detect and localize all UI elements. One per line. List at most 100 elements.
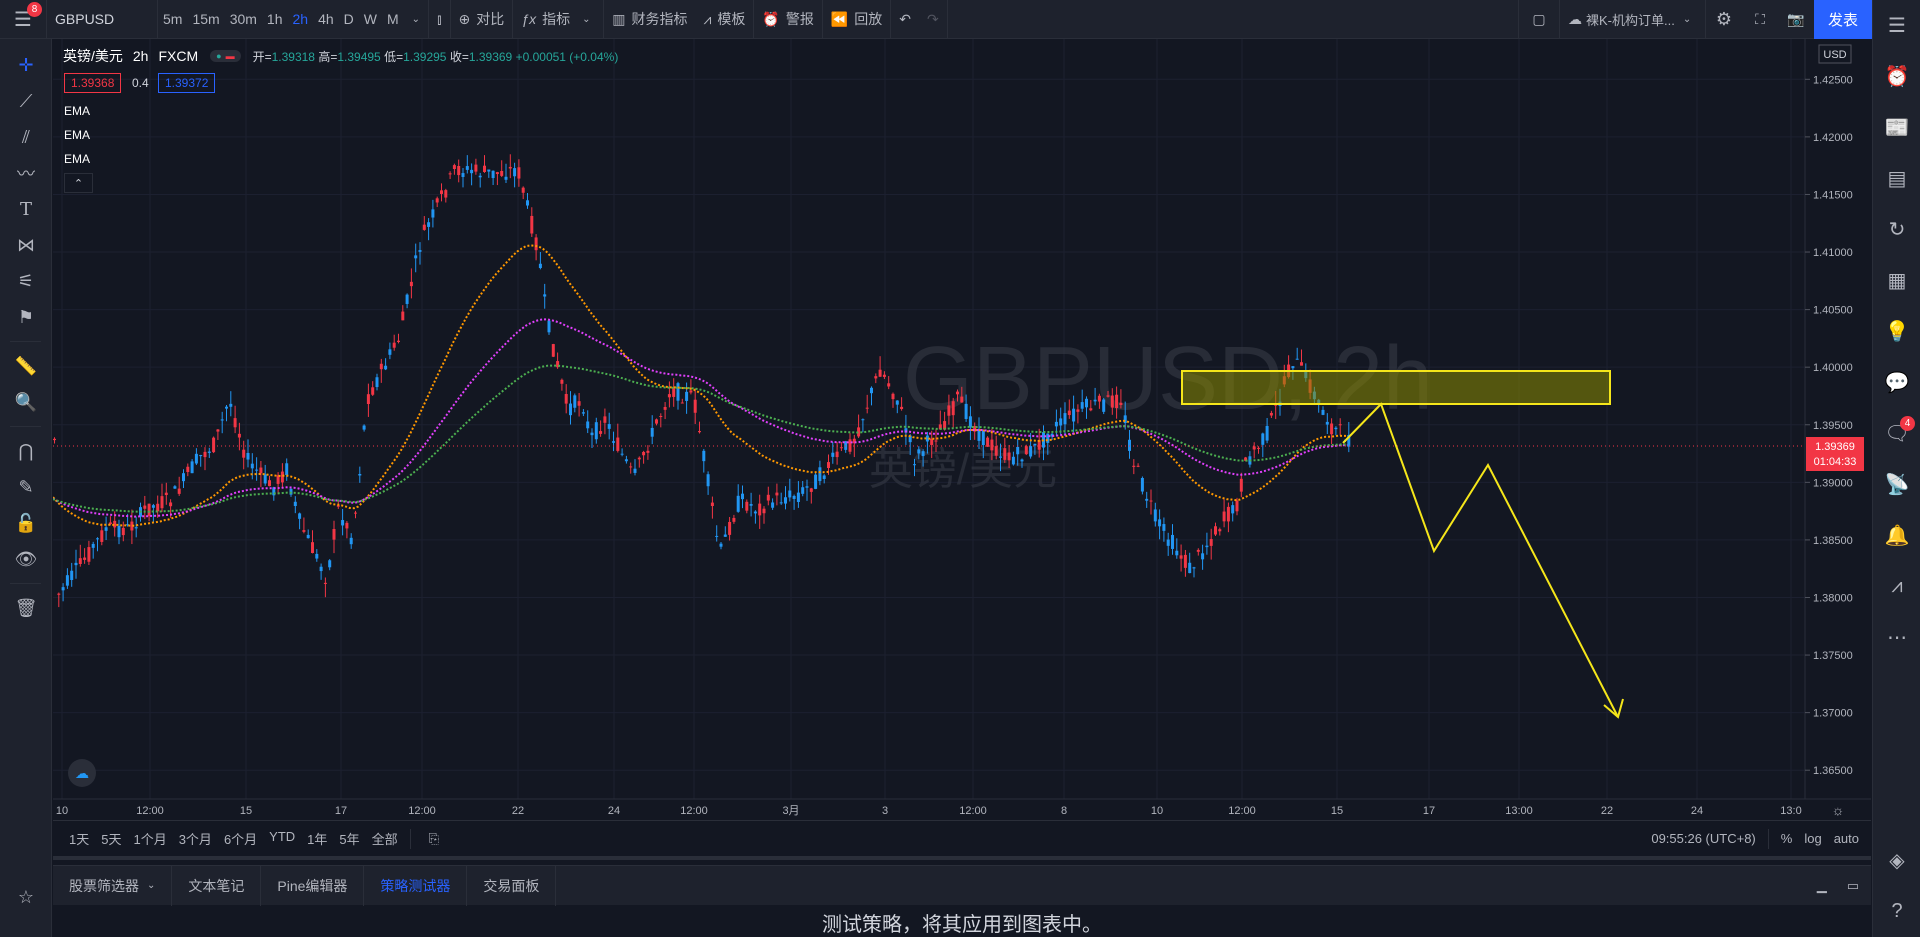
- text-tool[interactable]: T: [0, 191, 52, 227]
- interval-15m[interactable]: 15m: [187, 0, 224, 39]
- alerts-button[interactable]: ⏰: [1873, 51, 1920, 102]
- collapse-legend-button[interactable]: ⌃: [64, 173, 93, 193]
- interval-4h[interactable]: 4h: [313, 0, 339, 39]
- log-toggle[interactable]: log: [1804, 831, 1821, 846]
- layout-toggle-button[interactable]: ▢: [1519, 0, 1559, 39]
- candle-body: [1128, 439, 1131, 451]
- visibility-tool[interactable]: 👁: [0, 541, 52, 577]
- ema-label-3[interactable]: EMA: [64, 152, 90, 166]
- market-status-icon[interactable]: ● ▬: [210, 50, 241, 62]
- percent-toggle[interactable]: %: [1781, 831, 1793, 846]
- stay-drawing-tool[interactable]: ✎: [0, 469, 52, 505]
- range-8[interactable]: 全部: [372, 829, 398, 848]
- data-window-button[interactable]: ▤: [1873, 153, 1920, 204]
- order-panel-button[interactable]: ⋯: [1873, 612, 1920, 663]
- redo-button[interactable]: ↷: [919, 0, 947, 39]
- publish-button[interactable]: 发表: [1814, 0, 1872, 39]
- clock-label[interactable]: 09:55:26 (UTC+8): [1651, 831, 1755, 846]
- minimize-panel-button[interactable]: ▁: [1817, 878, 1827, 894]
- maximize-panel-button[interactable]: ▭: [1847, 878, 1859, 894]
- magnet-tool[interactable]: ⋂: [0, 433, 52, 469]
- candle-body: [74, 562, 78, 566]
- interval-1h[interactable]: 1h: [262, 0, 288, 39]
- chart-type-button[interactable]: ⫾: [429, 0, 449, 39]
- fib-tool[interactable]: ⫽: [0, 119, 52, 155]
- indicators-button[interactable]: ƒx 指标 ⌄: [513, 0, 603, 39]
- range-5[interactable]: YTD: [269, 829, 295, 848]
- bottom-tab-2[interactable]: Pine编辑器: [261, 865, 365, 906]
- fullscreen-button[interactable]: ⛶: [1742, 0, 1778, 39]
- range-3[interactable]: 3个月: [179, 829, 212, 848]
- trendline-tool[interactable]: ⟋: [0, 83, 52, 119]
- range-4[interactable]: 6个月: [224, 829, 257, 848]
- measure-tool[interactable]: 📏: [0, 348, 52, 384]
- range-2[interactable]: 1个月: [133, 829, 166, 848]
- zoom-tool[interactable]: 🔍: [0, 384, 52, 420]
- news-button[interactable]: 📰: [1873, 102, 1920, 153]
- open-label: 开=: [252, 49, 272, 64]
- buy-price-button[interactable]: 1.39372: [158, 73, 216, 93]
- settings-button[interactable]: ⚙: [1706, 0, 1742, 39]
- compare-button[interactable]: ⊕ 对比: [451, 0, 513, 39]
- bottom-tab-4[interactable]: 交易面板: [467, 865, 557, 906]
- layout-name: 裸K-机构订单...: [1586, 12, 1675, 28]
- favorites-tool[interactable]: ☆: [0, 879, 52, 915]
- ema-label-1[interactable]: EMA: [64, 104, 90, 118]
- notifications-button[interactable]: 🔔: [1873, 510, 1920, 561]
- prediction-tool[interactable]: ⚟: [0, 263, 52, 299]
- time-tick-label: 17: [335, 805, 347, 817]
- auto-toggle[interactable]: auto: [1834, 831, 1859, 846]
- layout-name-button[interactable]: ☁ 裸K-机构订单... ⌄: [1560, 0, 1705, 39]
- streams-button[interactable]: 📡: [1873, 459, 1920, 510]
- range-6[interactable]: 1年: [307, 829, 327, 848]
- sell-price-button[interactable]: 1.39368: [64, 73, 122, 93]
- crosshair-tool[interactable]: ✛: [0, 47, 52, 83]
- hotlists-button[interactable]: ↻: [1873, 204, 1920, 255]
- bottom-tab-3[interactable]: 策略测试器: [364, 865, 468, 906]
- undo-button[interactable]: ↶: [891, 0, 919, 39]
- chat-button[interactable]: 💬: [1873, 357, 1920, 408]
- templates-button[interactable]: ⩘ 模板: [696, 0, 754, 39]
- candle-body: [461, 173, 465, 177]
- interval-D[interactable]: D: [339, 0, 359, 39]
- calendar-button[interactable]: ▦: [1873, 255, 1920, 306]
- layers-button[interactable]: ◈: [1873, 835, 1920, 886]
- watchlist-button[interactable]: ☰: [1873, 0, 1920, 51]
- brush-tool[interactable]: 〰: [0, 155, 52, 191]
- candle-body: [199, 454, 203, 457]
- interval-2h[interactable]: 2h: [288, 0, 314, 39]
- ideas-button[interactable]: 💡: [1873, 306, 1920, 357]
- remove-drawings-tool[interactable]: 🗑: [0, 590, 52, 626]
- symbol-search[interactable]: GBPUSD: [47, 0, 157, 39]
- candle-body: [994, 446, 998, 456]
- legend-title[interactable]: 英镑/美元: [63, 46, 123, 66]
- help-button[interactable]: ?: [1873, 886, 1920, 937]
- pattern-tool[interactable]: ⋈: [0, 227, 52, 263]
- icon-tool[interactable]: ⚑: [0, 299, 52, 335]
- goto-date-button[interactable]: ⎘: [423, 831, 445, 847]
- replay-button[interactable]: ⏪ 回放: [823, 0, 890, 39]
- candle-body: [177, 488, 181, 494]
- interval-5m[interactable]: 5m: [158, 0, 187, 39]
- dom-button[interactable]: ⩘: [1873, 561, 1920, 612]
- screenshot-button[interactable]: 📷: [1778, 0, 1814, 39]
- bottom-tab-0[interactable]: 股票筛选器 ⌄: [53, 865, 173, 906]
- messages-button[interactable]: 🗨 4: [1873, 408, 1920, 459]
- candle-body: [620, 453, 624, 455]
- range-7[interactable]: 5年: [339, 829, 359, 848]
- interval-M[interactable]: M: [382, 0, 404, 39]
- lock-tool[interactable]: 🔓: [0, 505, 52, 541]
- interval-30m[interactable]: 30m: [225, 0, 262, 39]
- interval-W[interactable]: W: [359, 0, 382, 39]
- candle-body: [1218, 529, 1222, 532]
- ema-label-2[interactable]: EMA: [64, 128, 90, 142]
- range-1[interactable]: 5天: [101, 829, 121, 848]
- price-chart[interactable]: GBPUSD, 2h 英镑/美元 1.425001.420001.415001.…: [53, 39, 1871, 819]
- range-0[interactable]: 1天: [69, 829, 89, 848]
- time-tick-label: 12:00: [1228, 805, 1256, 817]
- menu-button[interactable]: ☰ 8: [0, 0, 46, 39]
- interval-dropdown[interactable]: ⌄: [404, 0, 428, 39]
- alert-button[interactable]: ⏰ 警报: [754, 0, 821, 39]
- bottom-tab-1[interactable]: 文本笔记: [172, 865, 262, 906]
- financials-button[interactable]: ▥ 财务指标: [604, 0, 695, 39]
